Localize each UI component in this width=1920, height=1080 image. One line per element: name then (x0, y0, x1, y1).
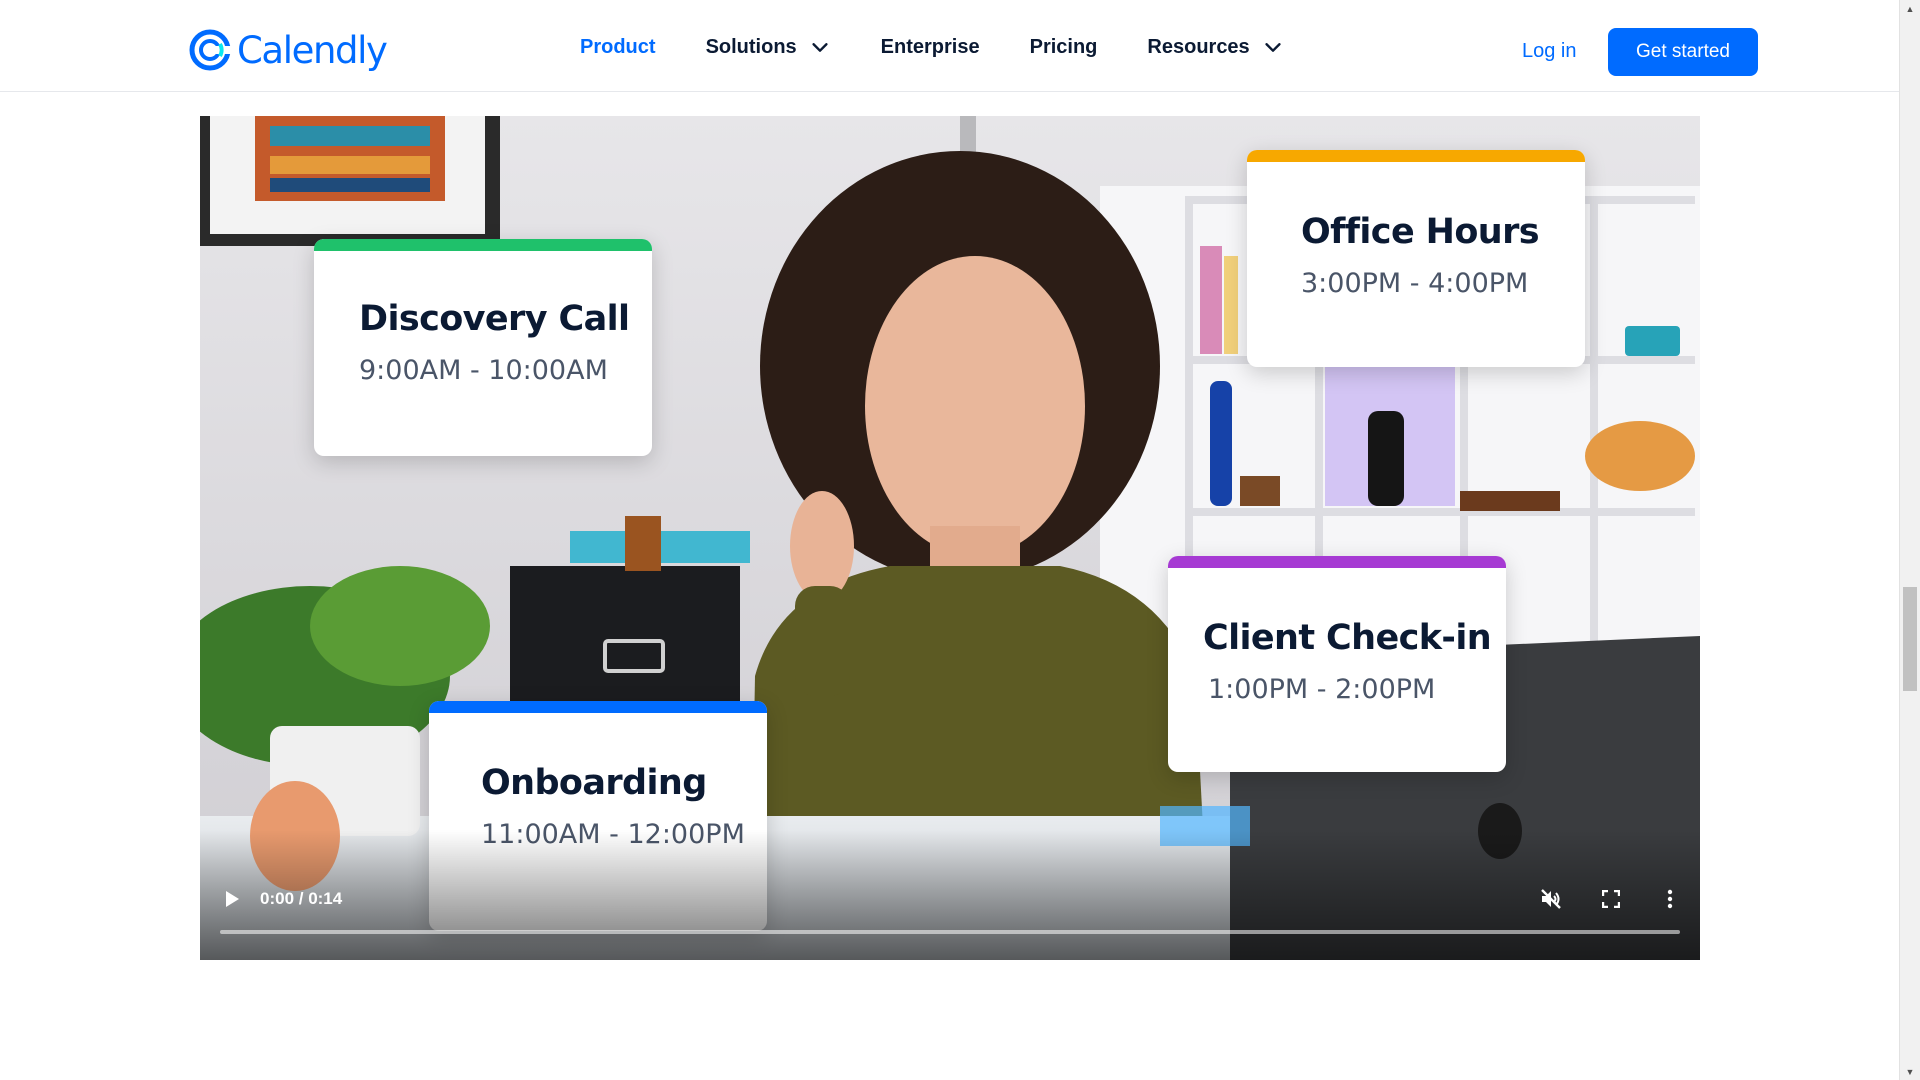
nav-item-label: Pricing (1029, 35, 1098, 58)
calendly-logo-icon (189, 29, 231, 71)
nav-item-enterprise[interactable]: Enterprise (881, 36, 980, 59)
nav-item-product[interactable]: Product (580, 36, 656, 59)
event-card-title: Office Hours (1301, 212, 1540, 252)
play-icon (226, 891, 239, 907)
event-card-title: Client Check-in (1203, 618, 1492, 658)
event-card-time: 3:00PM - 4:00PM (1301, 268, 1529, 299)
calendly-logo[interactable]: Calendly (189, 26, 388, 74)
video-progress-bar[interactable] (220, 930, 1680, 934)
chevron-down-icon (812, 43, 828, 52)
video-time-display: 0:00 / 0:14 (260, 889, 343, 908)
play-button[interactable] (220, 887, 244, 911)
video-controls-overlay (200, 830, 1700, 960)
more-options-button[interactable] (1657, 886, 1683, 912)
chevron-down-icon (1265, 43, 1281, 52)
scroll-down-arrow-icon[interactable]: ▼ (1900, 1063, 1920, 1080)
nav-item-label: Solutions (705, 35, 797, 58)
scroll-thumb[interactable] (1903, 587, 1917, 691)
event-card-office-hours: Office Hours 3:00PM - 4:00PM (1247, 150, 1585, 367)
event-card-title: Onboarding (481, 763, 707, 803)
muted-speaker-icon (1541, 889, 1561, 909)
event-card-client-check-in: Client Check-in 1:00PM - 2:00PM (1168, 556, 1506, 772)
more-vertical-icon (1667, 889, 1673, 909)
site-header: Calendly Product Solutions Enterprise Pr… (0, 0, 1899, 92)
page-scrollbar[interactable]: ▲ ▼ (1899, 0, 1920, 1080)
card-accent-bar (429, 701, 767, 713)
fullscreen-button[interactable] (1598, 886, 1624, 912)
nav-item-label: Enterprise (880, 35, 980, 58)
nav-item-solutions[interactable]: Solutions (706, 36, 831, 59)
nav-item-label: Resources (1147, 35, 1250, 58)
card-accent-bar (1168, 556, 1506, 568)
event-card-time: 9:00AM - 10:00AM (359, 355, 608, 386)
product-video[interactable]: Discovery Call 9:00AM - 10:00AM Office H… (200, 116, 1700, 960)
nav-item-resources[interactable]: Resources (1147, 36, 1283, 59)
logo-wordmark: Calendly (237, 28, 388, 72)
card-accent-bar (1247, 150, 1585, 162)
scroll-up-arrow-icon[interactable]: ▲ (1900, 0, 1920, 17)
nav-item-pricing[interactable]: Pricing (1030, 36, 1098, 59)
login-link[interactable]: Log in (1522, 40, 1577, 63)
main-nav: Product Solutions Enterprise Pricing Res… (580, 30, 1334, 64)
event-card-time: 1:00PM - 2:00PM (1208, 674, 1436, 705)
event-card-title: Discovery Call (359, 299, 630, 339)
fullscreen-icon (1602, 890, 1620, 908)
mute-button[interactable] (1538, 886, 1564, 912)
card-accent-bar (314, 239, 652, 251)
get-started-button[interactable]: Get started (1608, 28, 1758, 76)
event-card-discovery-call: Discovery Call 9:00AM - 10:00AM (314, 239, 652, 456)
nav-item-label: Product (580, 35, 656, 58)
